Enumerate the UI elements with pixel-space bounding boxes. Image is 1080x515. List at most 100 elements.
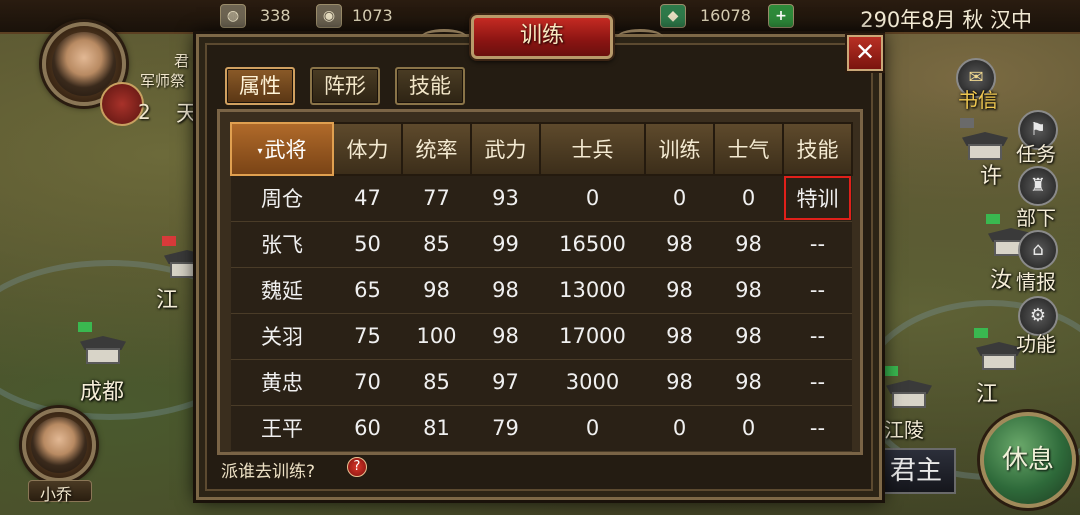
table-row[interactable]: 周仓 47 77 93 0 0 0 特训: [231, 175, 852, 222]
map-label: 成都: [80, 380, 125, 405]
leadership-value: 77: [402, 175, 471, 222]
table-row[interactable]: 张飞 50 85 99 16500 98 98 --: [231, 221, 852, 268]
tab-skills[interactable]: 技能: [395, 67, 465, 105]
stamina-value: 47: [333, 175, 402, 222]
close-button[interactable]: ✕: [847, 35, 883, 71]
map-label: 天: [176, 102, 199, 127]
column-header-leadership[interactable]: 统率: [401, 122, 472, 176]
lord-portrait: [52, 32, 116, 96]
column-header-morale[interactable]: 士气: [713, 122, 784, 176]
stamina-value: 60: [333, 405, 402, 452]
dialog-title: 训练: [471, 15, 613, 59]
leadership-value: 98: [402, 267, 471, 314]
level-value: 2: [138, 100, 151, 124]
leadership-value: 85: [402, 221, 471, 268]
skill-value: --: [783, 359, 852, 406]
column-header-war[interactable]: 武力: [470, 122, 541, 176]
general-name: 张飞: [231, 221, 333, 268]
advisor-portrait: [31, 417, 87, 473]
training-value: 98: [645, 359, 714, 406]
table-row[interactable]: 关羽 75 100 98 17000 98 98 --: [231, 313, 852, 360]
soldier-icon[interactable]: ♜: [1018, 166, 1058, 206]
general-table: ▾武将 体力 统率 武力 士兵 训练 士气 技能 周仓 47 77 93 0 0…: [217, 109, 863, 455]
map-label: 汝: [990, 268, 1013, 293]
table-row[interactable]: 黄忠 70 85 97 3000 98 98 --: [231, 359, 852, 406]
table-row[interactable]: 魏延 65 98 98 13000 98 98 --: [231, 267, 852, 314]
tab-attributes[interactable]: 属性: [225, 67, 295, 105]
skill-value: --: [783, 221, 852, 268]
stamina-value: 50: [333, 221, 402, 268]
stamina-value: 75: [333, 313, 402, 360]
morale-value: 98: [714, 267, 783, 314]
tasks-button[interactable]: 任务: [1016, 138, 1056, 167]
prompt-text: 派谁去训练?: [221, 462, 316, 482]
money-value: 1073: [352, 6, 393, 25]
help-icon[interactable]: ?: [347, 457, 367, 477]
soldiers-value: 13000: [540, 267, 645, 314]
skill-value: --: [783, 313, 852, 360]
city-marker[interactable]: [882, 366, 936, 412]
table-header-row: ▾武将 体力 统率 武力 士兵 训练 士气 技能: [230, 122, 853, 176]
skill-value: --: [783, 267, 852, 314]
training-dialog: 训练 ✕ 属性 阵形 技能 ▾武将 体力 统率 武力 士兵 训练 士气 技能 周…: [196, 15, 883, 500]
lord-button[interactable]: 君主: [876, 448, 956, 494]
general-name: 关羽: [231, 313, 333, 360]
soldiers-value: 0: [540, 405, 645, 452]
advisor-avatar[interactable]: [22, 408, 96, 482]
column-header-soldiers[interactable]: 士兵: [539, 122, 646, 176]
training-value: 98: [645, 313, 714, 360]
castle-icon[interactable]: ⌂: [1018, 230, 1058, 270]
general-name: 魏延: [231, 267, 333, 314]
morale-value: 98: [714, 313, 783, 360]
training-value: 98: [645, 221, 714, 268]
sort-indicator-icon: ▾: [257, 145, 263, 157]
functions-button[interactable]: 功能: [1016, 328, 1056, 357]
intel-button[interactable]: 情报: [1016, 266, 1056, 295]
column-header-stamina[interactable]: 体力: [332, 122, 403, 176]
war-value: 79: [471, 405, 540, 452]
stamina-value: 70: [333, 359, 402, 406]
food-value: 338: [260, 6, 291, 25]
column-header-general[interactable]: ▾武将: [230, 122, 334, 176]
soldiers-value: 17000: [540, 313, 645, 360]
general-name: 黄忠: [231, 359, 333, 406]
leadership-value: 100: [402, 313, 471, 360]
war-value: 98: [471, 313, 540, 360]
morale-value: 98: [714, 221, 783, 268]
training-value: 0: [645, 405, 714, 452]
war-value: 97: [471, 359, 540, 406]
add-gem-button[interactable]: +: [768, 4, 794, 28]
tab-formation[interactable]: 阵形: [310, 67, 380, 105]
column-header-skill[interactable]: 技能: [782, 122, 853, 176]
training-value: 98: [645, 267, 714, 314]
food-sack-icon: ◍: [220, 4, 246, 28]
soldiers-value: 0: [540, 175, 645, 222]
rest-button[interactable]: 休息: [980, 412, 1076, 508]
morale-value: 98: [714, 359, 783, 406]
city-marker[interactable]: [76, 322, 130, 368]
table-row[interactable]: 王平 60 81 79 0 0 0 --: [231, 405, 852, 452]
title-label: 军师祭: [140, 72, 186, 90]
title-label: 君: [174, 52, 190, 70]
general-list: ▾武将 体力 统率 武力 士兵 训练 士气 技能 周仓 47 77 93 0 0…: [230, 122, 853, 452]
column-header-training[interactable]: 训练: [644, 122, 715, 176]
map-label: 江: [976, 382, 999, 407]
training-value: 0: [645, 175, 714, 222]
advisor-name: 小乔: [40, 485, 73, 504]
map-label: 许: [980, 164, 1003, 189]
letters-button[interactable]: 书信: [958, 84, 998, 113]
leadership-value: 85: [402, 359, 471, 406]
title-ornament: [421, 29, 467, 45]
general-name: 周仓: [231, 175, 333, 222]
soldiers-value: 3000: [540, 359, 645, 406]
map-label: 江: [156, 288, 179, 313]
morale-value: 0: [714, 175, 783, 222]
skill-value: --: [783, 405, 852, 452]
gem-value: 16078: [700, 6, 751, 25]
game-date: 290年8月 秋 汉中: [860, 8, 1032, 32]
subordinates-button[interactable]: 部下: [1016, 202, 1056, 231]
general-name: 王平: [231, 405, 333, 452]
title-ornament: [617, 29, 663, 45]
money-bag-icon: ◉: [316, 4, 342, 28]
special-training-button[interactable]: 特训: [783, 175, 852, 222]
